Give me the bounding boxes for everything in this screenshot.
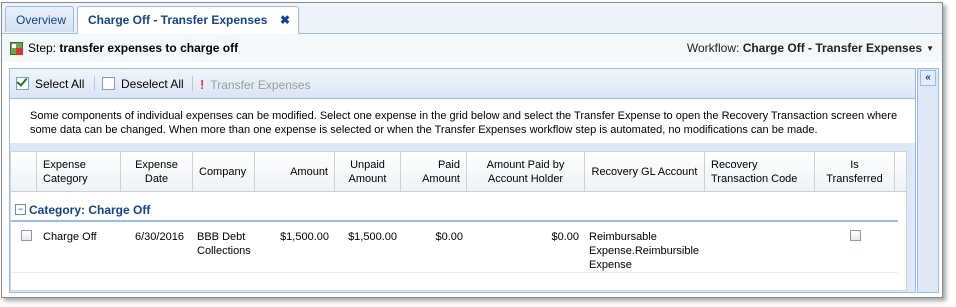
checkbox-empty-icon — [102, 77, 115, 90]
toolbar-separator — [192, 76, 193, 91]
transfer-expenses-button[interactable]: ! Transfer Expenses — [200, 77, 311, 92]
select-all-button[interactable]: Select All — [16, 77, 84, 91]
tab-charge-off-transfer-expenses[interactable]: Charge Off - Transfer Expenses ✖ — [77, 6, 299, 34]
collapsed-side-panel — [917, 68, 939, 293]
header-company[interactable]: Company — [193, 152, 255, 191]
info-panel: Some components of individual expenses c… — [10, 99, 915, 143]
select-all-label: Select All — [35, 77, 85, 91]
deselect-all-label: Deselect All — [121, 77, 184, 91]
header-recovery-gl-account[interactable]: Recovery GL Account — [585, 152, 705, 191]
header-amount-paid-by-holder[interactable]: Amount Paid by Account Holder — [467, 152, 585, 191]
header-is-transferred[interactable]: Is Transferred — [815, 152, 895, 191]
deselect-all-button[interactable]: Deselect All — [102, 77, 184, 91]
window-frame: Overview Charge Off - Transfer Expenses … — [1, 2, 943, 298]
header-expense-date[interactable]: Expense Date — [121, 152, 193, 191]
workflow-dropdown[interactable]: Workflow: Charge Off - Transfer Expenses… — [687, 41, 934, 55]
expand-panel-icon[interactable]: « — [920, 70, 936, 86]
toolbar: Select All Deselect All ! Transfer Expens… — [10, 69, 915, 99]
step-label: Step: transfer expenses to charge off — [28, 41, 238, 55]
group-row[interactable]: − Category: Charge Off — [11, 200, 898, 222]
header-amount[interactable]: Amount — [255, 152, 335, 191]
header-expense-category[interactable]: Expense Category — [37, 152, 121, 191]
header-recovery-transaction-code[interactable]: Recovery Transaction Code — [705, 152, 815, 191]
checkbox-checked-icon — [16, 77, 29, 90]
cell-company: BBB Debt Collections — [197, 231, 251, 257]
chevron-down-icon: ▼ — [926, 44, 934, 54]
expenses-panel: Select All Deselect All ! Transfer Expens… — [9, 68, 916, 293]
collapse-group-icon[interactable]: − — [15, 204, 26, 215]
cell-amount: $1,500.00 — [280, 231, 329, 243]
step-bar: Step: transfer expenses to charge off Wo… — [2, 34, 942, 62]
cell-expense-date: 6/30/2016 — [135, 231, 184, 243]
step-icon — [10, 42, 23, 55]
group-label: Category: Charge Off — [29, 203, 151, 217]
expenses-grid: Expense Category Expense Date Company Am… — [10, 151, 907, 291]
is-transferred-checkbox[interactable] — [850, 230, 861, 241]
table-row[interactable]: Charge Off 6/30/2016 BBB Debt Collection… — [11, 224, 898, 273]
toolbar-separator — [94, 76, 95, 91]
header-select[interactable] — [11, 152, 37, 191]
transfer-expenses-label: Transfer Expenses — [210, 78, 311, 92]
cell-amount-paid-by-holder: $0.00 — [551, 231, 579, 243]
step-name: transfer expenses to charge off — [59, 41, 239, 55]
header-paid-amount[interactable]: Paid Amount — [401, 152, 467, 191]
row-select-checkbox[interactable] — [21, 230, 32, 241]
exclamation-icon: ! — [200, 77, 205, 92]
grid-header: Expense Category Expense Date Company Am… — [11, 152, 906, 192]
header-unpaid-amount[interactable]: Unpaid Amount — [335, 152, 401, 191]
tab-strip: Overview Charge Off - Transfer Expenses … — [2, 3, 942, 34]
cell-paid-amount: $0.00 — [435, 231, 463, 243]
tab-label: Charge Off - Transfer Expenses — [88, 13, 268, 27]
cell-recovery-gl-account: Reimbursable Expense.Reimbursible Expens… — [589, 231, 700, 271]
close-icon[interactable]: ✖ — [280, 7, 290, 33]
cell-unpaid-amount: $1,500.00 — [348, 231, 397, 243]
workflow-name: Charge Off - Transfer Expenses — [742, 41, 923, 55]
cell-expense-category: Charge Off — [43, 231, 97, 243]
step-prefix: Step: — [28, 41, 57, 55]
info-text: Some components of individual expenses c… — [30, 110, 898, 136]
tab-overview[interactable]: Overview — [5, 6, 74, 32]
workflow-prefix: Workflow: — [686, 41, 740, 55]
